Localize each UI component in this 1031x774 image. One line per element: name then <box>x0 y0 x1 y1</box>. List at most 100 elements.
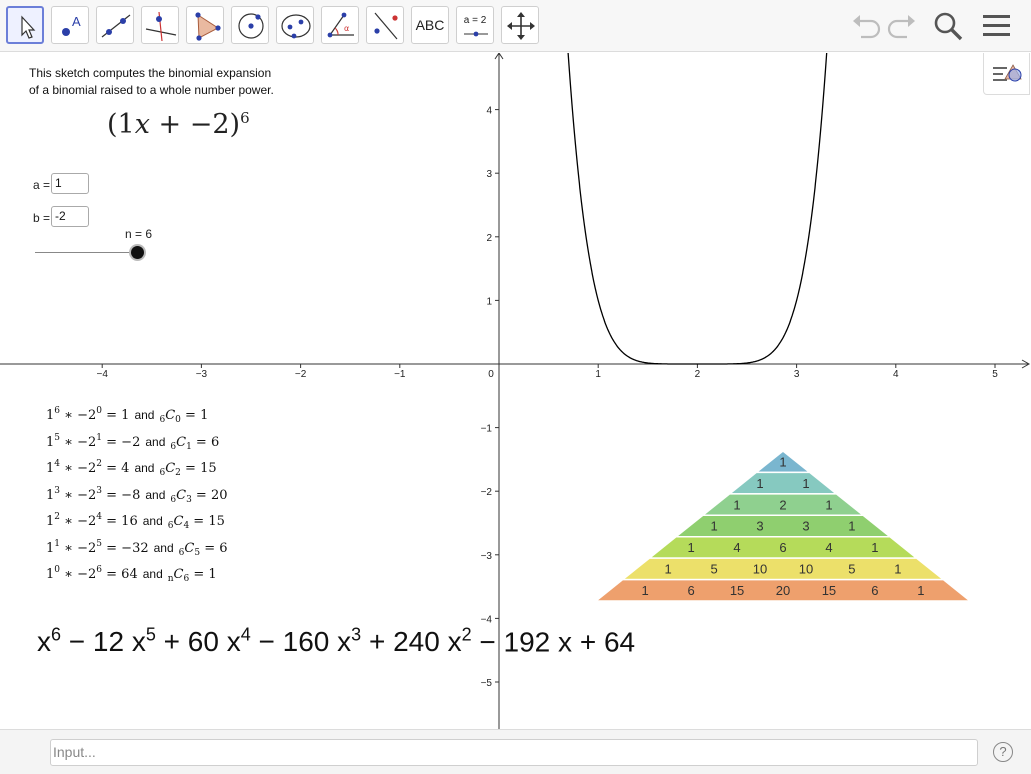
pascal-number: 1 <box>825 497 832 512</box>
search-button[interactable] <box>931 10 965 42</box>
term-value: = −32 <box>102 540 149 556</box>
description-line: This sketch computes the binomial expans… <box>29 66 272 80</box>
combination-symbol: C <box>165 461 176 476</box>
reflect-tool-button[interactable] <box>366 6 404 44</box>
polygon-tool-button[interactable] <box>186 6 224 44</box>
combination-symbol: C <box>184 540 195 556</box>
y-tick-label: 3 <box>486 169 492 180</box>
expansion-term: − 160 x3 <box>258 625 369 658</box>
pascal-number: 20 <box>776 583 790 598</box>
style-bar-icon <box>993 64 1022 82</box>
conic-tool-button[interactable] <box>276 6 314 44</box>
x-tick-label: −2 <box>295 369 307 380</box>
x-tick-label: −1 <box>394 369 406 380</box>
binomial-expression: (1x + −2)6 <box>107 109 250 140</box>
graphics-view[interactable]: −4 −3 −2 −1 0 1 2 3 4 5 1 2 3 4 −1 −2 −3 −4 −5 This sketch… <box>0 53 1031 729</box>
algebra-input-field[interactable]: Input... <box>50 739 978 766</box>
term-and: and <box>145 487 166 502</box>
undo-button[interactable] <box>849 10 883 42</box>
term-and: and <box>145 434 166 449</box>
main-menu-button[interactable] <box>980 10 1014 42</box>
term-b-base: ∗ −2 <box>60 434 97 450</box>
pascal-number: 1 <box>710 519 717 534</box>
term-line: 16 ∗ −20 = 1 and 6C0 = 1 <box>46 406 208 425</box>
pascal-number: 1 <box>871 540 878 555</box>
b-field-label: b = <box>33 211 51 225</box>
expansion-exponent: 2 <box>461 625 472 645</box>
expression-tail: + −2) <box>149 109 241 140</box>
input-bar: Input... ? <box>0 729 1031 774</box>
term-value: = 64 <box>102 567 138 582</box>
term-and: and <box>153 540 174 555</box>
n-slider-thumb[interactable] <box>131 246 144 259</box>
slider-tool-button[interactable]: a = 2 <box>456 6 494 44</box>
expression-power: 6 <box>240 109 250 127</box>
expansion-variable: x <box>447 626 462 658</box>
x-tick-label: −3 <box>196 369 208 380</box>
term-value: = −2 <box>102 434 141 450</box>
point-icon: A <box>62 14 81 36</box>
text-tool-button[interactable]: ABC <box>411 6 449 44</box>
y-tick-label: 2 <box>486 233 492 244</box>
n-slider-label: n = 6 <box>125 227 153 241</box>
combination-value: = 15 <box>180 461 217 476</box>
graphics-style-bar-toggle[interactable] <box>983 53 1030 95</box>
b-input-field[interactable]: -2 <box>51 206 89 227</box>
slider-icon <box>464 31 488 37</box>
expression-variable: x <box>134 109 150 140</box>
pascal-number: 1 <box>642 583 649 598</box>
a-input-field[interactable]: 1 <box>51 173 89 194</box>
pascal-number: 4 <box>733 540 740 555</box>
pascal-number: 6 <box>871 583 878 598</box>
expansion-variable: x <box>558 626 573 658</box>
undo-icon <box>853 15 881 39</box>
pascal-number: 15 <box>730 583 744 598</box>
x-tick-label: 0 <box>488 369 494 380</box>
y-tick-label: −1 <box>481 424 493 435</box>
expansion-exponent: 4 <box>240 625 251 645</box>
y-tick-label: 1 <box>486 296 492 307</box>
combination-value: = 15 <box>189 514 225 529</box>
expansion-coefficient: + 64 <box>579 626 636 658</box>
text-tool-label: ABC <box>415 17 445 33</box>
help-icon: ? <box>999 744 1007 759</box>
term-b-base: ∗ −2 <box>60 461 97 476</box>
combination-symbol: C <box>176 434 187 450</box>
pascal-number: 5 <box>848 562 855 577</box>
cursor-arrow-icon <box>21 15 36 39</box>
circle-tool-button[interactable] <box>231 6 269 44</box>
x-tick-label: 1 <box>595 369 601 380</box>
angle-icon: α <box>327 12 354 38</box>
combination-symbol: C <box>173 514 184 529</box>
pascal-number: 1 <box>894 562 901 577</box>
angle-tool-button[interactable]: α <box>321 6 359 44</box>
expansion-exponent: 6 <box>51 625 62 645</box>
x-tick-label: −4 <box>96 369 108 380</box>
move-arrows-icon <box>507 12 535 40</box>
n-slider-track[interactable] <box>35 252 137 253</box>
line-tool-button[interactable] <box>96 6 134 44</box>
y-tick-label: −2 <box>481 487 493 498</box>
pascal-number: 15 <box>822 583 836 598</box>
expansion-exponent: 3 <box>351 625 362 645</box>
search-icon <box>934 12 963 41</box>
menu-icon <box>983 15 1010 36</box>
perpendicular-line-tool-button[interactable] <box>141 6 179 44</box>
point-tool-button[interactable]: A <box>51 6 89 44</box>
function-curve <box>567 53 828 365</box>
expansion-coefficient: − 160 <box>258 626 338 658</box>
move-graphics-tool-button[interactable] <box>501 6 539 44</box>
help-button[interactable]: ? <box>993 742 1013 762</box>
expansion-variable: x <box>37 626 51 658</box>
reflect-icon <box>374 12 398 40</box>
redo-button[interactable] <box>885 10 919 42</box>
expression-open: (1 <box>107 109 135 140</box>
combination-value: = 1 <box>189 567 217 582</box>
term-and: and <box>134 408 155 422</box>
ellipse-icon <box>281 14 311 39</box>
pascal-number: 1 <box>802 476 809 491</box>
term-b-base: ∗ −2 <box>60 567 97 582</box>
y-tick-label: 4 <box>486 106 492 117</box>
term-value: = 4 <box>102 461 130 476</box>
move-tool-button[interactable] <box>6 6 44 44</box>
